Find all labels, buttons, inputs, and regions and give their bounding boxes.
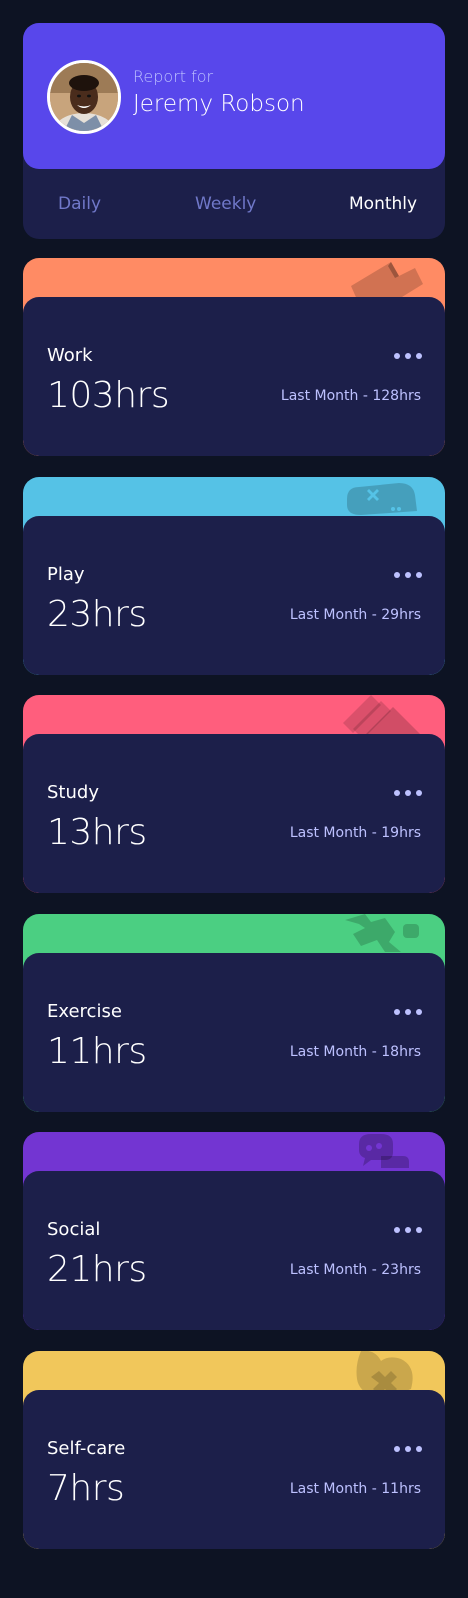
activity-previous: Last Month - 29hrs: [289, 607, 421, 623]
activity-title: Study: [47, 782, 99, 803]
activity-card-self-care: Self-care 7hrs Last Month - 11hrs: [23, 1351, 445, 1549]
activity-card-exercise: Exercise 11hrs Last Month - 18hrs: [23, 914, 445, 1112]
tab-weekly[interactable]: Weekly: [195, 194, 256, 214]
report-for-label: Report for: [133, 67, 214, 86]
activity-hours: 13hrs: [47, 812, 147, 853]
activity-card-social: Social 21hrs Last Month - 23hrs: [23, 1132, 445, 1330]
activity-title: Self-care: [47, 1438, 126, 1459]
activity-panel[interactable]: Play 23hrs Last Month - 29hrs: [23, 516, 445, 675]
user-name: Jeremy Robson: [133, 91, 305, 117]
tab-daily[interactable]: Daily: [58, 194, 101, 214]
activity-title: Work: [47, 345, 93, 366]
ellipsis-icon[interactable]: [393, 570, 423, 580]
activity-previous: Last Month - 128hrs: [280, 388, 421, 404]
ellipsis-icon[interactable]: [393, 1225, 423, 1235]
avatar: [47, 60, 121, 134]
activity-title: Social: [47, 1219, 101, 1240]
activity-card-work: Work 103hrs Last Month - 128hrs: [23, 258, 445, 456]
activity-card-play: Play 23hrs Last Month - 29hrs: [23, 477, 445, 675]
avatar-image: [50, 63, 118, 131]
activity-hours: 11hrs: [47, 1031, 147, 1072]
profile-card: Report for Jeremy Robson Daily Weekly Mo…: [23, 23, 445, 239]
activity-panel[interactable]: Study 13hrs Last Month - 19hrs: [23, 734, 445, 893]
ellipsis-icon[interactable]: [393, 1007, 423, 1017]
activity-previous: Last Month - 18hrs: [289, 1044, 421, 1060]
ellipsis-icon[interactable]: [393, 788, 423, 798]
activity-title: Exercise: [47, 1001, 122, 1022]
activity-previous: Last Month - 19hrs: [289, 825, 421, 841]
activity-hours: 103hrs: [47, 375, 170, 416]
ellipsis-icon[interactable]: [393, 351, 423, 361]
activity-hours: 23hrs: [47, 594, 147, 635]
activity-previous: Last Month - 23hrs: [289, 1262, 421, 1278]
ellipsis-icon[interactable]: [393, 1444, 423, 1454]
activity-panel[interactable]: Self-care 7hrs Last Month - 11hrs: [23, 1390, 445, 1549]
activity-panel[interactable]: Work 103hrs Last Month - 128hrs: [23, 297, 445, 456]
activity-card-study: Study 13hrs Last Month - 19hrs: [23, 695, 445, 893]
activity-hours: 21hrs: [47, 1249, 147, 1290]
tab-monthly[interactable]: Monthly: [349, 194, 417, 214]
activity-panel[interactable]: Exercise 11hrs Last Month - 18hrs: [23, 953, 445, 1112]
activity-panel[interactable]: Social 21hrs Last Month - 23hrs: [23, 1171, 445, 1330]
activity-hours: 7hrs: [47, 1468, 125, 1509]
profile-header: Report for Jeremy Robson: [23, 23, 445, 169]
activity-previous: Last Month - 11hrs: [289, 1481, 421, 1497]
activity-title: Play: [47, 564, 85, 585]
